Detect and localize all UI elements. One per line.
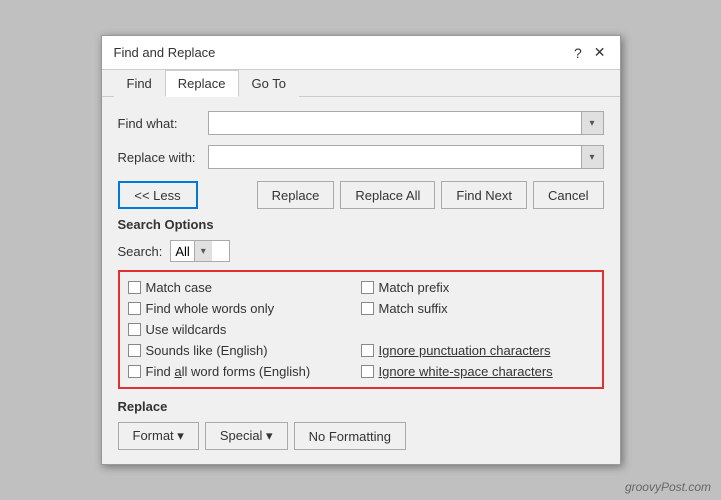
search-options-label: Search Options: [118, 217, 604, 232]
search-select-wrap: All ▾: [170, 240, 230, 262]
replace-format-buttons: Format ▾ Special ▾ No Formatting: [118, 422, 604, 450]
search-label: Search:: [118, 244, 163, 259]
tab-replace[interactable]: Replace: [165, 70, 239, 97]
option-match-case: Match case: [128, 280, 361, 295]
find-what-dropdown[interactable]: ▾: [581, 112, 603, 134]
replace-with-input[interactable]: [209, 146, 581, 168]
replace-with-row: Replace with: ▾: [118, 145, 604, 169]
replace-with-dropdown[interactable]: ▾: [581, 146, 603, 168]
tab-bar: Find Replace Go To: [102, 70, 620, 97]
title-bar-controls: ? ✕: [572, 44, 608, 69]
action-buttons-row: << Less Replace Replace All Find Next Ca…: [118, 181, 604, 209]
dialog-content: Find what: ▾ Replace with: ▾ << Less Rep…: [102, 97, 620, 464]
ignore-whitespace-checkbox[interactable]: [361, 365, 374, 378]
option-match-suffix: Match suffix: [361, 301, 594, 316]
option-ignore-punctuation: Ignore punctuation characters: [361, 343, 594, 358]
word-forms-checkbox[interactable]: [128, 365, 141, 378]
match-case-label: Match case: [146, 280, 212, 295]
ignore-punctuation-checkbox[interactable]: [361, 344, 374, 357]
tab-replace-label: Replace: [178, 76, 226, 91]
cancel-button[interactable]: Cancel: [533, 181, 603, 209]
replace-with-input-wrap: ▾: [208, 145, 604, 169]
match-prefix-checkbox[interactable]: [361, 281, 374, 294]
watermark: groovyPost.com: [625, 480, 711, 494]
tab-find[interactable]: Find: [114, 70, 165, 97]
whole-words-label: Find whole words only: [146, 301, 275, 316]
whole-words-checkbox[interactable]: [128, 302, 141, 315]
close-button[interactable]: ✕: [592, 44, 608, 61]
replace-section-label: Replace: [118, 399, 604, 414]
find-next-button[interactable]: Find Next: [441, 181, 527, 209]
ignore-punctuation-label: Ignore punctuation characters: [379, 343, 551, 358]
option-sounds-like: Sounds like (English): [128, 343, 361, 358]
wildcards-checkbox[interactable]: [128, 323, 141, 336]
tab-goto-label: Go To: [252, 76, 286, 91]
replace-all-button[interactable]: Replace All: [340, 181, 435, 209]
option-word-forms: Find all word forms (English): [128, 364, 361, 379]
find-replace-dialog: Find and Replace ? ✕ Find Replace Go To …: [101, 35, 621, 465]
options-right-col: Match prefix Match suffix placeholder Ig…: [361, 280, 594, 379]
option-whole-words: Find whole words only: [128, 301, 361, 316]
word-forms-label: Find all word forms (English): [146, 364, 311, 379]
find-what-input-wrap: ▾: [208, 111, 604, 135]
no-formatting-button[interactable]: No Formatting: [294, 422, 406, 450]
replace-with-label: Replace with:: [118, 150, 208, 165]
format-button[interactable]: Format ▾: [118, 422, 199, 450]
search-dropdown-arrow[interactable]: ▾: [194, 241, 212, 261]
less-button[interactable]: << Less: [118, 181, 198, 209]
options-columns: Match case Find whole words only Use wil…: [128, 280, 594, 379]
wildcards-label: Use wildcards: [146, 322, 227, 337]
search-options-box: Match case Find whole words only Use wil…: [118, 270, 604, 389]
tab-goto[interactable]: Go To: [239, 70, 299, 97]
find-what-row: Find what: ▾: [118, 111, 604, 135]
options-left-col: Match case Find whole words only Use wil…: [128, 280, 361, 379]
search-row: Search: All ▾: [118, 240, 604, 262]
sounds-like-checkbox[interactable]: [128, 344, 141, 357]
match-suffix-checkbox[interactable]: [361, 302, 374, 315]
help-button[interactable]: ?: [572, 45, 584, 61]
option-ignore-whitespace: Ignore white-space characters: [361, 364, 594, 379]
match-prefix-label: Match prefix: [379, 280, 450, 295]
sounds-like-label: Sounds like (English): [146, 343, 268, 358]
match-case-checkbox[interactable]: [128, 281, 141, 294]
title-bar: Find and Replace ? ✕: [102, 36, 620, 70]
option-match-prefix: Match prefix: [361, 280, 594, 295]
special-button[interactable]: Special ▾: [205, 422, 288, 450]
search-value: All: [171, 244, 193, 259]
match-suffix-label: Match suffix: [379, 301, 448, 316]
replace-section: Replace Format ▾ Special ▾ No Formatting: [118, 399, 604, 450]
replace-button[interactable]: Replace: [257, 181, 335, 209]
dialog-title: Find and Replace: [114, 45, 216, 68]
ignore-whitespace-label: Ignore white-space characters: [379, 364, 553, 379]
tab-find-label: Find: [127, 76, 152, 91]
find-what-input[interactable]: [209, 112, 581, 134]
find-what-label: Find what:: [118, 116, 208, 131]
option-wildcards: Use wildcards: [128, 322, 361, 337]
